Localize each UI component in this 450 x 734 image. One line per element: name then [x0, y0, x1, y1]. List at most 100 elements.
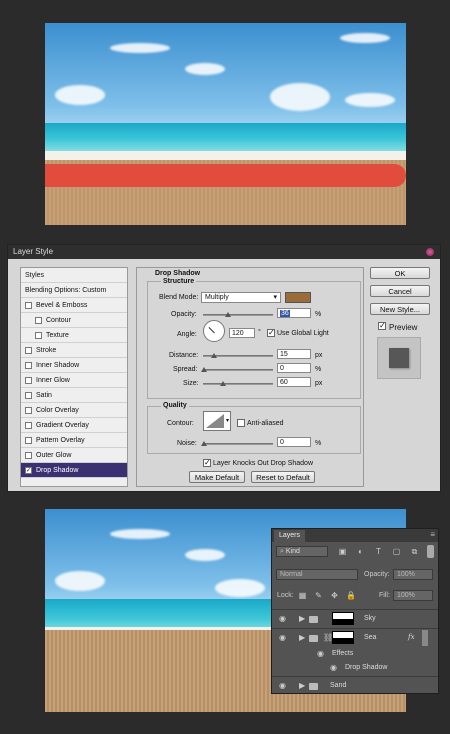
- effects-eye-icon[interactable]: ◉: [317, 649, 324, 658]
- effect-eye-icon[interactable]: ◉: [330, 663, 337, 672]
- style-checkbox[interactable]: [25, 376, 32, 384]
- style-item-label: Satin: [36, 392, 52, 399]
- distance-label: Distance:: [169, 352, 199, 359]
- effect-row[interactable]: ◉ Drop Shadow: [272, 661, 438, 675]
- size-unit: px: [315, 380, 323, 387]
- opacity-input[interactable]: 36: [277, 308, 311, 318]
- style-checkbox[interactable]: [25, 421, 32, 429]
- size-input[interactable]: 60: [277, 377, 311, 387]
- anti-aliased-checkbox[interactable]: [237, 419, 245, 427]
- new-style-button[interactable]: New Style...: [370, 303, 430, 315]
- style-item[interactable]: Inner Shadow: [21, 358, 127, 373]
- style-item[interactable]: Bevel & Emboss: [21, 298, 127, 313]
- style-checkbox[interactable]: [25, 301, 32, 309]
- style-checkbox[interactable]: [25, 391, 32, 399]
- lock-image-icon[interactable]: ✎: [314, 591, 323, 600]
- style-item-label: Inner Shadow: [36, 362, 80, 369]
- shadow-color-swatch[interactable]: [285, 292, 311, 303]
- distance-slider[interactable]: [203, 353, 273, 358]
- style-checkbox[interactable]: ✓: [25, 466, 32, 474]
- folder-icon: [309, 616, 318, 623]
- size-slider[interactable]: [203, 381, 273, 386]
- style-item[interactable]: Blending Options: Custom: [21, 283, 127, 298]
- type-filter-icon[interactable]: T: [374, 547, 383, 556]
- layer-row[interactable]: ◉ ▶ Sand: [272, 676, 438, 694]
- angle-input[interactable]: 120: [229, 328, 255, 338]
- blend-mode-select[interactable]: Normal: [276, 569, 358, 580]
- knockout-checkbox[interactable]: [203, 458, 211, 467]
- reset-default-button[interactable]: Reset to Default: [251, 471, 315, 483]
- blend-mode-label: Blend Mode:: [159, 294, 199, 301]
- spread-input[interactable]: 0: [277, 363, 311, 373]
- layer-name: Sea: [364, 634, 377, 641]
- noise-input[interactable]: 0: [277, 437, 311, 447]
- lock-transparent-icon[interactable]: ▦: [298, 591, 307, 600]
- style-item[interactable]: Outer Glow: [21, 448, 127, 463]
- style-item[interactable]: ✓ Drop Shadow: [21, 463, 127, 478]
- style-checkbox[interactable]: [25, 451, 32, 459]
- smart-object-filter-icon[interactable]: ⧉: [410, 547, 419, 556]
- fx-icon[interactable]: fx: [408, 633, 415, 641]
- filter-kind-select[interactable]: ⌕ Kind: [276, 546, 328, 557]
- make-default-button[interactable]: Make Default: [189, 471, 245, 483]
- lock-position-icon[interactable]: ✥: [330, 591, 339, 600]
- chevron-down-icon: ▾: [225, 418, 229, 424]
- noise-slider[interactable]: [201, 441, 273, 446]
- size-label: Size:: [183, 380, 199, 387]
- contour-picker[interactable]: ▾: [203, 411, 231, 431]
- image-filter-icon[interactable]: ▣: [338, 547, 347, 556]
- contour-label: Contour:: [167, 420, 194, 427]
- layer-mask-thumbnail: [332, 612, 354, 625]
- adjustment-filter-icon[interactable]: ◐: [356, 547, 365, 556]
- layer-style-dialog: Layer Style Styles Blending Options: Cust…: [7, 244, 441, 492]
- panel-menu-icon[interactable]: ≡: [430, 530, 435, 539]
- layer-row[interactable]: ◉ ▶ ⛓ Sea fx: [272, 628, 438, 646]
- visibility-eye-icon[interactable]: ◉: [279, 681, 286, 690]
- opacity-slider[interactable]: [203, 312, 273, 317]
- style-item[interactable]: Color Overlay: [21, 403, 127, 418]
- fill-input[interactable]: 100%: [393, 590, 433, 601]
- visibility-eye-icon[interactable]: ◉: [279, 633, 286, 642]
- ok-button[interactable]: OK: [370, 267, 430, 279]
- shape-filter-icon[interactable]: ▢: [392, 547, 401, 556]
- layer-scrollbar[interactable]: [422, 630, 428, 646]
- expand-arrow-icon[interactable]: ▶: [299, 681, 305, 690]
- tab-layers[interactable]: Layers: [274, 530, 306, 542]
- style-checkbox[interactable]: [25, 346, 32, 354]
- style-item[interactable]: Styles: [21, 268, 127, 283]
- style-item[interactable]: Inner Glow: [21, 373, 127, 388]
- preview-checkbox[interactable]: [378, 321, 386, 330]
- style-item[interactable]: Contour: [21, 313, 127, 328]
- layer-opacity-input[interactable]: 100%: [393, 569, 433, 580]
- use-global-light-checkbox[interactable]: [267, 328, 275, 337]
- style-checkbox[interactable]: [25, 406, 32, 414]
- style-item[interactable]: Gradient Overlay: [21, 418, 127, 433]
- preview-label: Preview: [389, 323, 418, 332]
- style-item[interactable]: Stroke: [21, 343, 127, 358]
- style-item[interactable]: Satin: [21, 388, 127, 403]
- style-checkbox[interactable]: [25, 361, 32, 369]
- spread-slider[interactable]: [201, 367, 273, 372]
- layer-mask-thumbnail: [332, 631, 354, 644]
- chevron-down-icon: ▾: [273, 294, 277, 301]
- effects-row[interactable]: ◉ Effects: [272, 647, 438, 661]
- style-item[interactable]: Pattern Overlay: [21, 433, 127, 448]
- style-checkbox[interactable]: [35, 331, 42, 339]
- style-checkbox[interactable]: [35, 316, 42, 324]
- folder-icon: [309, 683, 318, 690]
- style-item-label: Drop Shadow: [36, 467, 79, 474]
- style-item[interactable]: Texture: [21, 328, 127, 343]
- filter-toggle[interactable]: [427, 545, 434, 558]
- distance-input[interactable]: 15: [277, 349, 311, 359]
- blend-mode-select[interactable]: Multiply ▾: [201, 292, 281, 303]
- distance-unit: px: [315, 352, 323, 359]
- lock-all-icon[interactable]: 🔒: [346, 591, 356, 600]
- expand-arrow-icon[interactable]: ▶: [299, 633, 305, 642]
- angle-dial[interactable]: [203, 320, 225, 342]
- cancel-button[interactable]: Cancel: [370, 285, 430, 297]
- visibility-eye-icon[interactable]: ◉: [279, 614, 286, 623]
- style-checkbox[interactable]: [25, 436, 32, 444]
- expand-arrow-icon[interactable]: ▶: [299, 614, 305, 623]
- effects-label: Effects: [332, 650, 354, 657]
- layer-row[interactable]: ◉ ▶ Sky: [272, 609, 438, 627]
